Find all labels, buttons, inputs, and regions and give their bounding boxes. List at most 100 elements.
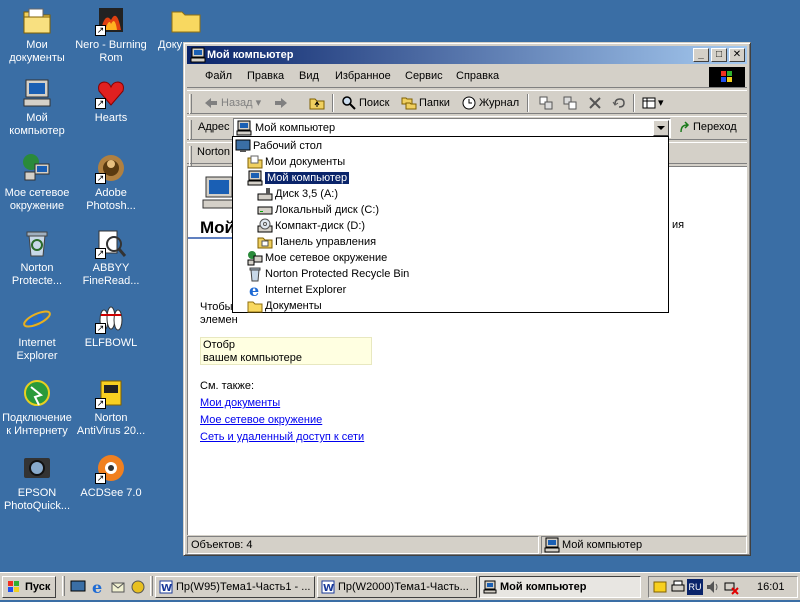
back-arrow-icon — [203, 95, 219, 111]
clock[interactable]: 16:01 — [757, 581, 785, 593]
move-to-button[interactable] — [536, 94, 556, 112]
delete-icon — [587, 95, 603, 111]
shortcut-arrow-icon: ↗ — [95, 25, 106, 36]
title-bar[interactable]: Мой компьютер _ □ ✕ — [187, 46, 747, 64]
go-button[interactable]: Переход — [679, 121, 737, 133]
network-status-icon[interactable] — [723, 579, 739, 598]
desktop-icon-elfbowl[interactable]: ↗ ELFBOWL — [74, 302, 148, 350]
menu-tools[interactable]: Сервис — [405, 70, 443, 82]
dropdown-item-documents[interactable]: Документы — [247, 298, 322, 314]
desktop-icon-norton-antivirus[interactable]: ↗ Norton AntiVirus 20... — [74, 377, 148, 438]
folders-icon — [401, 95, 417, 111]
volume-icon[interactable] — [705, 579, 721, 598]
desktop-icon-internet-explorer[interactable]: e Internet Explorer — [0, 302, 74, 363]
nero-icon: ↗ — [95, 4, 127, 36]
quicklaunch-outlook-icon[interactable] — [110, 579, 126, 598]
dropdown-item-desktop[interactable]: Рабочий стол — [235, 138, 322, 154]
copy-to-button[interactable] — [560, 94, 580, 112]
desktop-icon-epson[interactable]: EPSON PhotoQuick... — [0, 452, 74, 513]
desktop-icon-norton-recycle[interactable]: Norton Protecte... — [0, 227, 74, 288]
my-computer-icon — [247, 170, 263, 186]
link-my-documents[interactable]: Мои документы — [200, 397, 280, 409]
ie-icon: e — [21, 302, 53, 337]
tray-app-icon[interactable] — [652, 579, 668, 598]
link-network-places[interactable]: Мое сетевое окружение — [200, 414, 322, 426]
quicklaunch-media-icon[interactable] — [130, 579, 146, 598]
address-dropdown-list: Рабочий стол Мои документы Мой компьютер… — [232, 136, 669, 313]
search-button[interactable]: Поиск — [339, 94, 389, 112]
close-button[interactable]: ✕ — [729, 48, 745, 62]
toolbar-grip[interactable] — [189, 146, 192, 166]
address-input[interactable]: Мой компьютер — [233, 118, 671, 138]
dropdown-item-internet-explorer[interactable]: e Internet Explorer — [247, 281, 346, 300]
norton-toolbar-label[interactable]: Norton — [197, 146, 230, 158]
maximize-button[interactable]: □ — [711, 48, 727, 62]
word-document-icon: W — [321, 580, 335, 594]
copy-to-icon — [562, 95, 578, 111]
desktop-icon-network[interactable]: Мое сетевое окружение — [0, 152, 74, 213]
dropdown-item-recycle-bin[interactable]: Norton Protected Recycle Bin — [247, 266, 409, 282]
desktop-icon-abbyy[interactable]: ↗ ABBYY FineRead... — [74, 227, 148, 288]
desktop-icon-my-documents[interactable]: Мои документы — [0, 4, 74, 65]
dropdown-item-control-panel[interactable]: Панель управления — [257, 234, 376, 250]
ie-icon: e — [247, 281, 263, 300]
history-button[interactable]: Журнал — [459, 94, 519, 112]
toolbar-separator — [332, 94, 334, 112]
recycle-bin-icon — [247, 266, 263, 282]
quicklaunch-ie-icon[interactable]: e — [90, 578, 106, 598]
task-button-my-computer[interactable]: Мой компьютер — [479, 576, 641, 598]
my-computer-icon — [190, 47, 206, 63]
language-indicator[interactable]: RU — [687, 579, 703, 595]
dropdown-item-my-computer[interactable]: Мой компьютер — [247, 170, 350, 186]
up-folder-button[interactable] — [307, 94, 327, 112]
minimize-button[interactable]: _ — [693, 48, 709, 62]
delete-button[interactable] — [585, 94, 605, 112]
dropdown-item-network[interactable]: Мое сетевое окружение — [247, 250, 387, 266]
menu-help[interactable]: Справка — [456, 70, 499, 82]
svg-text:e: e — [249, 282, 259, 298]
toolbar-grip[interactable] — [189, 94, 192, 114]
menu-bar: Файл Правка Вид Избранное Сервис Справка — [187, 66, 747, 88]
desktop-icon-nero[interactable]: ↗ Nero - Burning Rom — [74, 4, 148, 65]
menu-favorites[interactable]: Избранное — [335, 70, 391, 82]
window-title: Мой компьютер — [207, 49, 294, 61]
abbyy-icon: ↗ — [95, 227, 127, 259]
word-document-icon: W — [159, 580, 173, 594]
desktop-icon-connect[interactable]: Подключение к Интернету — [0, 377, 74, 438]
link-network-dialup[interactable]: Сеть и удаленный доступ к сети — [200, 431, 364, 443]
start-button[interactable]: Пуск — [2, 576, 56, 598]
svg-text:e: e — [92, 579, 102, 595]
desktop-icon-documents[interactable]: Доку — [148, 4, 201, 52]
menu-file[interactable]: Файл — [205, 70, 232, 82]
desktop-icon-photoshop[interactable]: ↗ Adobe Photosh... — [74, 152, 148, 213]
forward-button[interactable] — [271, 94, 301, 112]
task-button-doc1[interactable]: W Пр(W95)Тема1-Часть1 - ... — [155, 576, 315, 598]
taskbar-grip[interactable] — [150, 576, 153, 596]
desktop-icon — [235, 138, 251, 154]
menu-view[interactable]: Вид — [299, 70, 319, 82]
views-button[interactable]: ▾ — [639, 94, 669, 112]
quicklaunch-desktop-icon[interactable] — [70, 579, 86, 598]
dropdown-item-local-disk[interactable]: Локальный диск (C:) — [257, 202, 379, 218]
back-button[interactable]: Назад ▾ — [201, 94, 261, 112]
shortcut-arrow-icon: ↗ — [95, 248, 106, 259]
undo-icon — [611, 95, 627, 111]
dropdown-item-cd-drive[interactable]: Компакт-диск (D:) — [257, 218, 365, 234]
task-button-doc2[interactable]: W Пр(W2000)Тема1-Часть... — [317, 576, 477, 598]
desktop-icon-my-computer[interactable]: Мой компьютер — [0, 77, 74, 138]
taskbar-grip[interactable] — [62, 576, 65, 596]
folders-button[interactable]: Папки — [399, 94, 450, 112]
desktop-icon-acdsee[interactable]: ↗ ACDSee 7.0 — [74, 452, 148, 500]
forward-arrow-icon — [273, 95, 289, 111]
control-panel-icon — [257, 234, 273, 250]
dropdown-item-floppy[interactable]: Диск 3,5 (A:) — [257, 186, 338, 202]
address-dropdown-button[interactable] — [653, 120, 669, 136]
status-location: Мой компьютер — [541, 536, 747, 554]
tray-printer-icon[interactable] — [670, 579, 686, 598]
menu-edit[interactable]: Правка — [247, 70, 284, 82]
status-object-count: Объектов: 4 — [187, 536, 539, 554]
dropdown-item-my-documents[interactable]: Мои документы — [247, 154, 345, 170]
toolbar-grip[interactable] — [189, 120, 192, 140]
desktop-icon-hearts[interactable]: ↗ Hearts — [74, 77, 148, 125]
undo-button[interactable] — [609, 94, 629, 112]
